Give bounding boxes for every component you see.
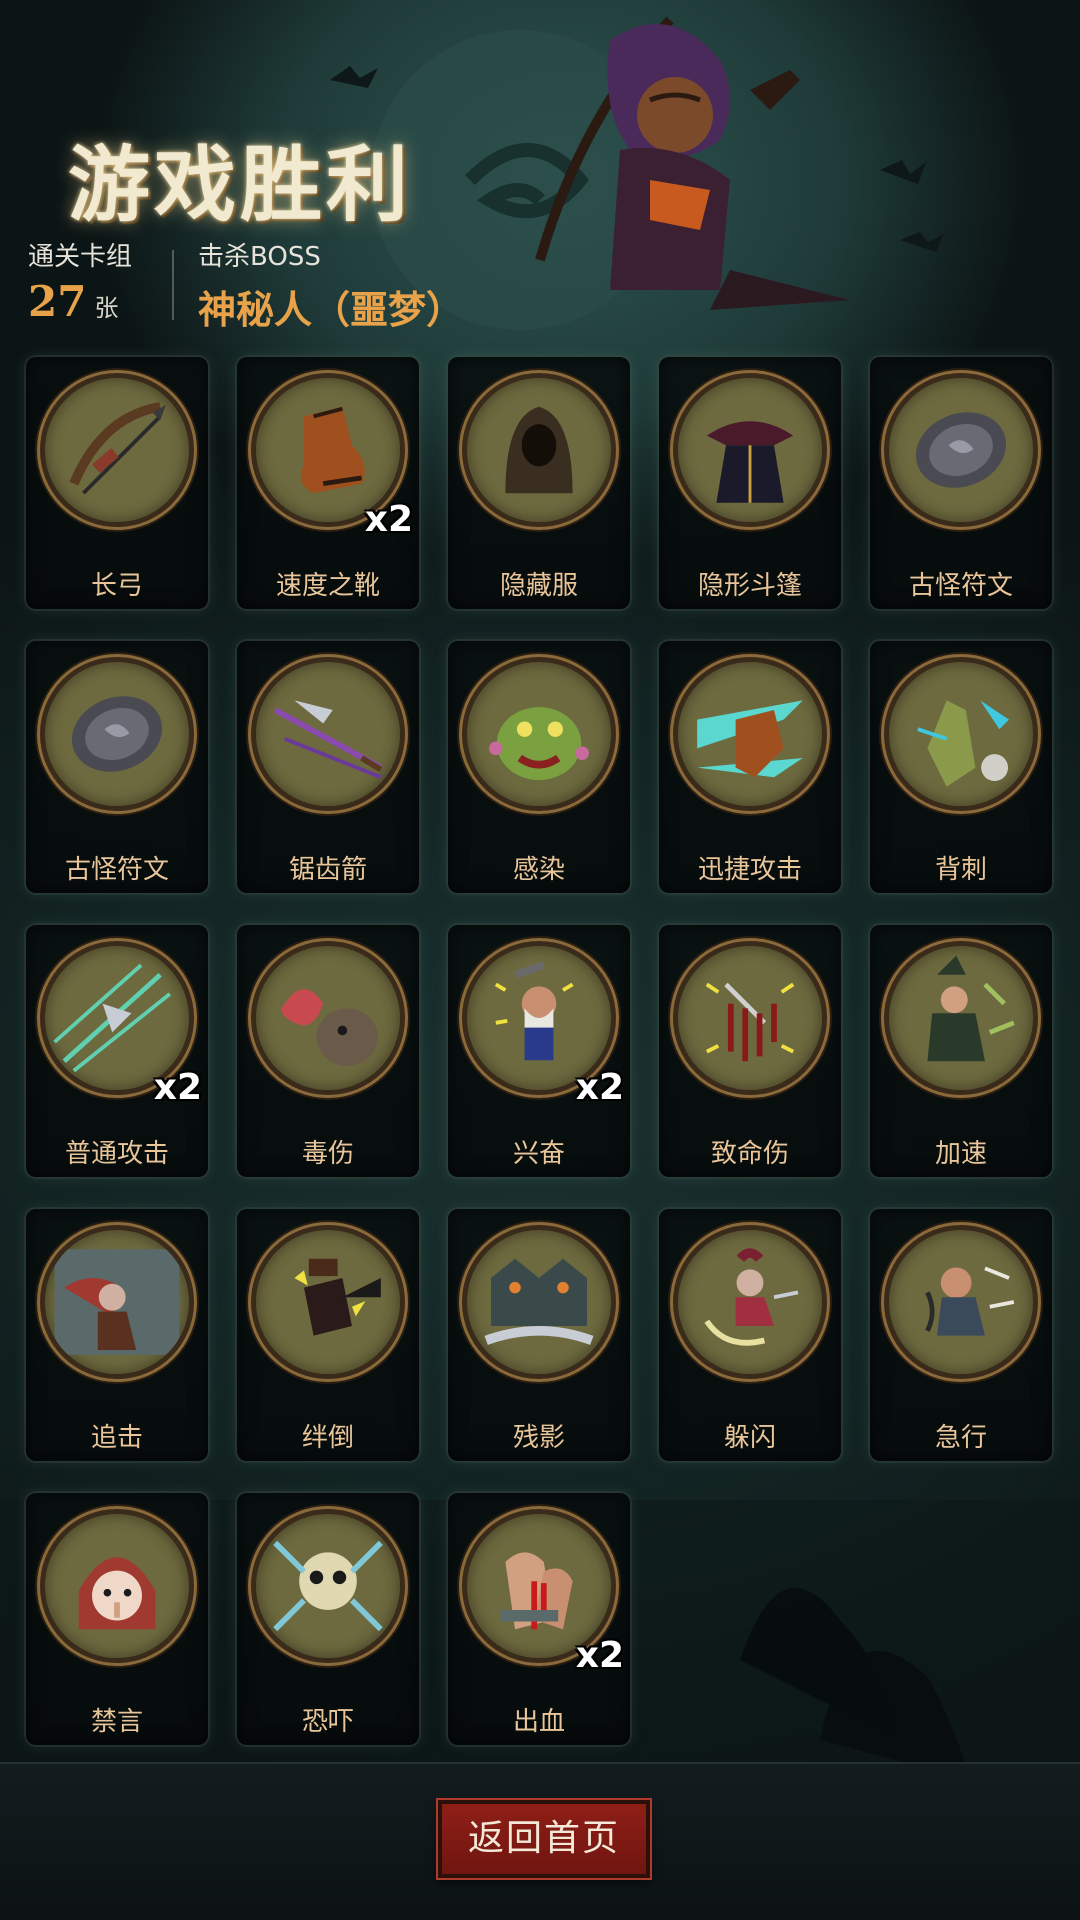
card-count-badge: x2 [575, 1067, 624, 1108]
hooded-cloak-icon [462, 373, 616, 527]
rune-stone-icon [884, 373, 1038, 527]
deck-card[interactable]: 绊倒 [237, 1209, 419, 1461]
footer: 返回首页 [0, 1762, 1080, 1920]
card-name: 致命伤 [710, 1139, 789, 1169]
silence-girl-icon [40, 1509, 194, 1663]
card-name: 加速 [934, 1139, 987, 1169]
card-name: 禁言 [90, 1707, 143, 1737]
dash-warrior-icon [884, 1225, 1038, 1379]
deck-card[interactable]: x2 兴奋 [448, 925, 630, 1177]
deck-card[interactable]: 致命伤 [659, 925, 841, 1177]
deck-card[interactable]: x2 速度之靴 [237, 357, 419, 609]
boss-name: 神秘人（噩梦） [198, 288, 465, 332]
return-home-button[interactable]: 返回首页 [438, 1800, 650, 1878]
rune-stone-icon [40, 657, 194, 811]
deck-card[interactable]: 隐形斗篷 [659, 357, 841, 609]
poison-tentacle-icon [251, 941, 405, 1095]
card-name: 隐藏服 [499, 571, 578, 601]
deck-card[interactable]: 躲闪 [659, 1209, 841, 1461]
deck-card[interactable]: x2 出血 [448, 1493, 630, 1745]
boss-stat: 击杀BOSS 神秘人（噩梦） [198, 236, 464, 334]
deck-label: 通关卡组 [28, 242, 133, 272]
intimidate-skull-icon [251, 1509, 405, 1663]
card-count-badge: x2 [575, 1635, 624, 1676]
swift-strike-icon [673, 657, 827, 811]
deck-card[interactable]: 加速 [870, 925, 1052, 1177]
card-name: 绊倒 [301, 1423, 354, 1453]
pursuit-icon [40, 1225, 194, 1379]
deck-card[interactable]: 恐吓 [237, 1493, 419, 1745]
deck-card[interactable]: 锯齿箭 [237, 641, 419, 893]
card-name: 急行 [934, 1423, 987, 1453]
header: 游戏胜利 通关卡组 27 张 击杀BOSS 神秘人（噩梦） [0, 0, 1080, 340]
victory-screen: 游戏胜利 通关卡组 27 张 击杀BOSS 神秘人（噩梦） 长弓 x2 速度之靴 隐藏服… [0, 0, 1080, 1920]
deck-card[interactable]: 毒伤 [237, 925, 419, 1177]
deck-card[interactable]: 迅捷攻击 [659, 641, 841, 893]
card-name: 长弓 [90, 571, 143, 601]
card-count-badge: x2 [364, 499, 413, 540]
longbow-icon [40, 373, 194, 527]
deck-card[interactable]: 隐藏服 [448, 357, 630, 609]
fatal-wound-icon [673, 941, 827, 1095]
boss-label: 击杀BOSS [198, 242, 321, 272]
card-name: 速度之靴 [275, 571, 380, 601]
card-name: 感染 [512, 855, 565, 885]
deck-card[interactable]: 长弓 [26, 357, 208, 609]
deck-card[interactable]: 残影 [448, 1209, 630, 1461]
backstab-icon [884, 657, 1038, 811]
deck-card[interactable]: 背刺 [870, 641, 1052, 893]
stat-divider [172, 250, 174, 320]
card-name: 恐吓 [301, 1707, 354, 1737]
card-name: 隐形斗篷 [697, 571, 802, 601]
victory-title: 游戏胜利 [68, 137, 413, 233]
deck-card[interactable]: 古怪符文 [870, 357, 1052, 609]
deck-unit: 张 [94, 294, 119, 322]
run-stats: 通关卡组 27 张 击杀BOSS 神秘人（噩梦） [0, 236, 1080, 336]
invisibility-cloak-icon [673, 373, 827, 527]
card-name: 残影 [512, 1423, 565, 1453]
infection-monster-icon [462, 657, 616, 811]
card-name: 背刺 [934, 855, 987, 885]
card-name: 躲闪 [723, 1423, 776, 1453]
deck-card[interactable]: 古怪符文 [26, 641, 208, 893]
trip-boot-icon [251, 1225, 405, 1379]
dodge-icon [673, 1225, 827, 1379]
card-name: 古怪符文 [64, 855, 169, 885]
deck-card[interactable]: 追击 [26, 1209, 208, 1461]
deck-card[interactable]: 禁言 [26, 1493, 208, 1745]
card-name: 追击 [90, 1423, 143, 1453]
deck-value: 27 张 [28, 277, 132, 326]
card-name: 出血 [512, 1707, 565, 1737]
card-name: 兴奋 [512, 1139, 565, 1169]
card-name: 古怪符文 [908, 571, 1013, 601]
card-name: 迅捷攻击 [697, 855, 802, 885]
deck-card[interactable]: x2 普通攻击 [26, 925, 208, 1177]
deck-card[interactable]: 感染 [448, 641, 630, 893]
serrated-arrow-icon [251, 657, 405, 811]
deck-card[interactable]: 急行 [870, 1209, 1052, 1461]
card-name: 锯齿箭 [288, 855, 367, 885]
deck-stat: 通关卡组 27 张 [28, 236, 132, 326]
card-name: 毒伤 [301, 1139, 354, 1169]
haste-witch-icon [884, 941, 1038, 1095]
deck-count: 27 [28, 277, 87, 326]
afterimage-icon [462, 1225, 616, 1379]
card-count-badge: x2 [153, 1067, 202, 1108]
card-name: 普通攻击 [64, 1139, 169, 1169]
